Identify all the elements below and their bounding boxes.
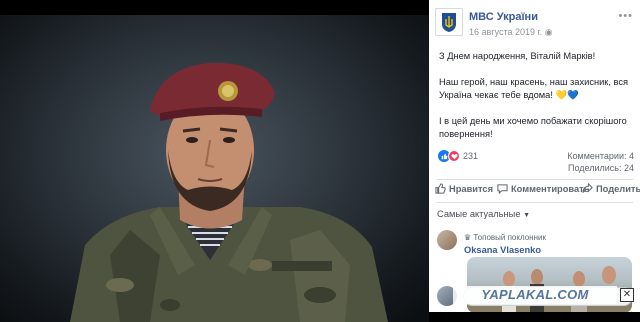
coat-of-arms-icon[interactable] [435, 8, 463, 36]
bottom-strip [429, 312, 640, 322]
reactions-count[interactable]: 231 [463, 151, 478, 161]
divider [437, 179, 633, 180]
caret-down-icon: ▼ [523, 212, 531, 219]
comment-sort-dropdown[interactable]: Самые актуальные ▼ [437, 209, 530, 219]
page-name-link[interactable]: МВС України [469, 11, 538, 23]
post-panel: МВС України 16 августа 2019 г. ◉ ••• З Д… [429, 0, 640, 322]
crown-icon: ♛ [464, 233, 472, 242]
love-reaction-icon[interactable] [448, 150, 460, 162]
share-button[interactable]: Поделиться [582, 183, 640, 194]
post-photo[interactable] [0, 15, 429, 322]
post-paragraph: І в цей день ми хочемо побажати скорішог… [439, 115, 627, 140]
divider [437, 202, 633, 203]
screenshot: МВС України 16 августа 2019 г. ◉ ••• З Д… [0, 0, 640, 322]
globe-icon: ◉ [544, 27, 553, 37]
shares-count[interactable]: Поделились: 24 [568, 163, 634, 173]
soldier-portrait-image [70, 62, 388, 322]
reactions-bar: 231 Комментарии: 4 [438, 150, 634, 163]
top-fan-badge: ♛ Топовый поклонник [464, 233, 546, 242]
more-options-icon[interactable]: ••• [618, 10, 633, 22]
avatar[interactable] [437, 230, 457, 250]
post-actions: Нравится Комментировать Поделиться [435, 183, 640, 199]
like-button[interactable]: Нравится [435, 183, 493, 194]
share-icon [582, 183, 593, 193]
post-header: МВС України 16 августа 2019 г. ◉ ••• [435, 8, 635, 42]
post-paragraph: Наш герой, наш красень, наш захисник, вс… [439, 76, 629, 101]
comment-author-link[interactable]: Oksana Vlasenko [464, 245, 541, 255]
post-date[interactable]: 16 августа 2019 г. ◉ [469, 27, 553, 38]
post-text: З Днем народження, Віталій Марків! Наш г… [439, 50, 634, 154]
thumbs-up-icon [435, 183, 446, 194]
close-icon[interactable]: ✕ [620, 288, 634, 302]
comment-icon [497, 184, 508, 194]
comments-count[interactable]: Комментарии: 4 [567, 151, 634, 161]
comment-button[interactable]: Комментировать [497, 183, 589, 194]
site-watermark: YAPLAKAL.COM [453, 286, 617, 304]
post-paragraph: З Днем народження, Віталій Марків! [439, 51, 596, 61]
